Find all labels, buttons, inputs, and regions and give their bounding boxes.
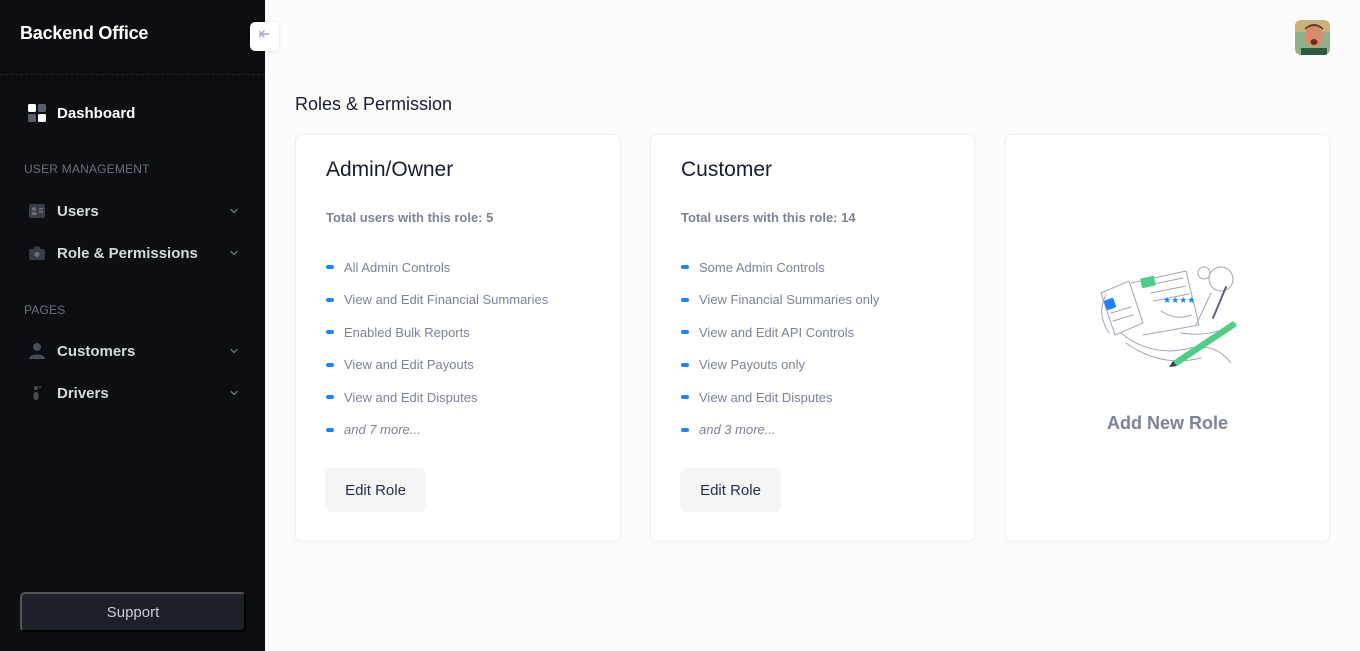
bullet-icon bbox=[681, 362, 689, 367]
chevron-down-icon bbox=[228, 386, 240, 404]
brand-divider bbox=[0, 74, 265, 75]
permission-label: View and Edit Financial Summaries bbox=[344, 292, 549, 308]
permission-label: View Financial Summaries only bbox=[699, 292, 880, 308]
sidebar-item-drivers[interactable]: Drivers bbox=[28, 381, 240, 405]
sidebar-item-label: Customers bbox=[57, 342, 136, 360]
sidebar-item-role-permissions[interactable]: Role & Permissions bbox=[28, 241, 240, 265]
role-user-count: Total users with this role: 5 bbox=[326, 210, 494, 225]
bullet-icon bbox=[681, 330, 689, 335]
permission-label: View and Edit Payouts bbox=[344, 357, 474, 373]
list-item: View and Edit Financial Summaries bbox=[326, 284, 548, 317]
list-item: View and Edit Disputes bbox=[326, 381, 548, 414]
list-item: View and Edit API Controls bbox=[681, 316, 879, 349]
list-item: Enabled Bulk Reports bbox=[326, 316, 548, 349]
permission-label: All Admin Controls bbox=[344, 259, 451, 275]
dashboard-icon bbox=[28, 104, 46, 122]
list-item: Some Admin Controls bbox=[681, 251, 879, 284]
bullet-icon bbox=[681, 265, 689, 270]
permission-list: All Admin Controls View and Edit Financi… bbox=[326, 251, 548, 446]
sidebar-item-label: Users bbox=[57, 202, 99, 220]
chevron-down-icon bbox=[228, 344, 240, 362]
list-item-more: and 7 more... bbox=[326, 414, 548, 447]
permission-label: Enabled Bulk Reports bbox=[344, 324, 470, 340]
sidebar-item-dashboard[interactable]: Dashboard bbox=[28, 101, 240, 125]
list-item-more: and 3 more... bbox=[681, 414, 879, 447]
bullet-icon bbox=[326, 265, 334, 270]
add-new-role-label: Add New Role bbox=[1106, 413, 1228, 433]
role-icon bbox=[28, 244, 46, 262]
sidebar-item-customers[interactable]: Customers bbox=[28, 339, 240, 363]
app-title: Backend Office bbox=[20, 23, 149, 43]
sidebar: Backend Office Dashboard USER MANAGEMENT… bbox=[0, 0, 265, 651]
permission-more-label: and 7 more... bbox=[344, 422, 421, 438]
permission-label: Some Admin Controls bbox=[699, 259, 825, 275]
role-title: Admin/Owner bbox=[326, 158, 454, 181]
bullet-icon bbox=[326, 330, 334, 335]
section-label-user-management: USER MANAGEMENT bbox=[24, 162, 150, 176]
role-user-count: Total users with this role: 14 bbox=[681, 210, 856, 225]
bullet-icon bbox=[326, 362, 334, 367]
bullet-icon bbox=[326, 395, 334, 400]
add-role-card[interactable]: ★★★★ Add New Role bbox=[1005, 134, 1330, 542]
permission-list: Some Admin Controls View Financial Summa… bbox=[681, 251, 879, 446]
add-role-illustration-icon: ★★★★ bbox=[1091, 263, 1241, 383]
chevron-down-icon bbox=[228, 204, 240, 222]
svg-text:★★★★: ★★★★ bbox=[1163, 296, 1195, 306]
permission-label: View and Edit Disputes bbox=[699, 389, 833, 405]
edit-role-button[interactable]: Edit Role bbox=[680, 468, 781, 512]
driver-icon bbox=[28, 384, 46, 402]
sidebar-item-label: Dashboard bbox=[57, 104, 136, 122]
section-label-pages: PAGES bbox=[24, 303, 66, 317]
arrow-left-icon bbox=[258, 27, 272, 46]
permission-label: View Payouts only bbox=[699, 357, 805, 373]
customer-icon bbox=[28, 342, 46, 360]
list-item: All Admin Controls bbox=[326, 251, 548, 284]
bullet-icon bbox=[326, 427, 334, 432]
list-item: View and Edit Payouts bbox=[326, 349, 548, 382]
sidebar-item-label: Role & Permissions bbox=[57, 244, 198, 262]
role-title: Customer bbox=[681, 158, 773, 181]
role-card-admin: Admin/Owner Total users with this role: … bbox=[295, 134, 621, 542]
bullet-icon bbox=[326, 297, 334, 302]
bullet-icon bbox=[681, 427, 689, 432]
list-item: View Payouts only bbox=[681, 349, 879, 382]
list-item: View Financial Summaries only bbox=[681, 284, 879, 317]
permission-label: View and Edit API Controls bbox=[699, 324, 855, 340]
permission-more-label: and 3 more... bbox=[699, 422, 776, 438]
users-icon bbox=[28, 202, 46, 220]
bullet-icon bbox=[681, 395, 689, 400]
chevron-down-icon bbox=[228, 246, 240, 264]
edit-role-button[interactable]: Edit Role bbox=[325, 468, 426, 512]
sidebar-item-users[interactable]: Users bbox=[28, 199, 240, 223]
support-button[interactable]: Support bbox=[20, 592, 246, 632]
permission-label: View and Edit Disputes bbox=[344, 389, 478, 405]
role-card-customer: Customer Total users with this role: 14 … bbox=[650, 134, 975, 542]
bullet-icon bbox=[681, 297, 689, 302]
sidebar-item-label: Drivers bbox=[57, 384, 109, 402]
page-title: Roles & Permission bbox=[295, 94, 453, 114]
list-item: View and Edit Disputes bbox=[681, 381, 879, 414]
sidebar-toggle-button[interactable] bbox=[250, 22, 279, 51]
avatar[interactable] bbox=[1295, 20, 1330, 55]
